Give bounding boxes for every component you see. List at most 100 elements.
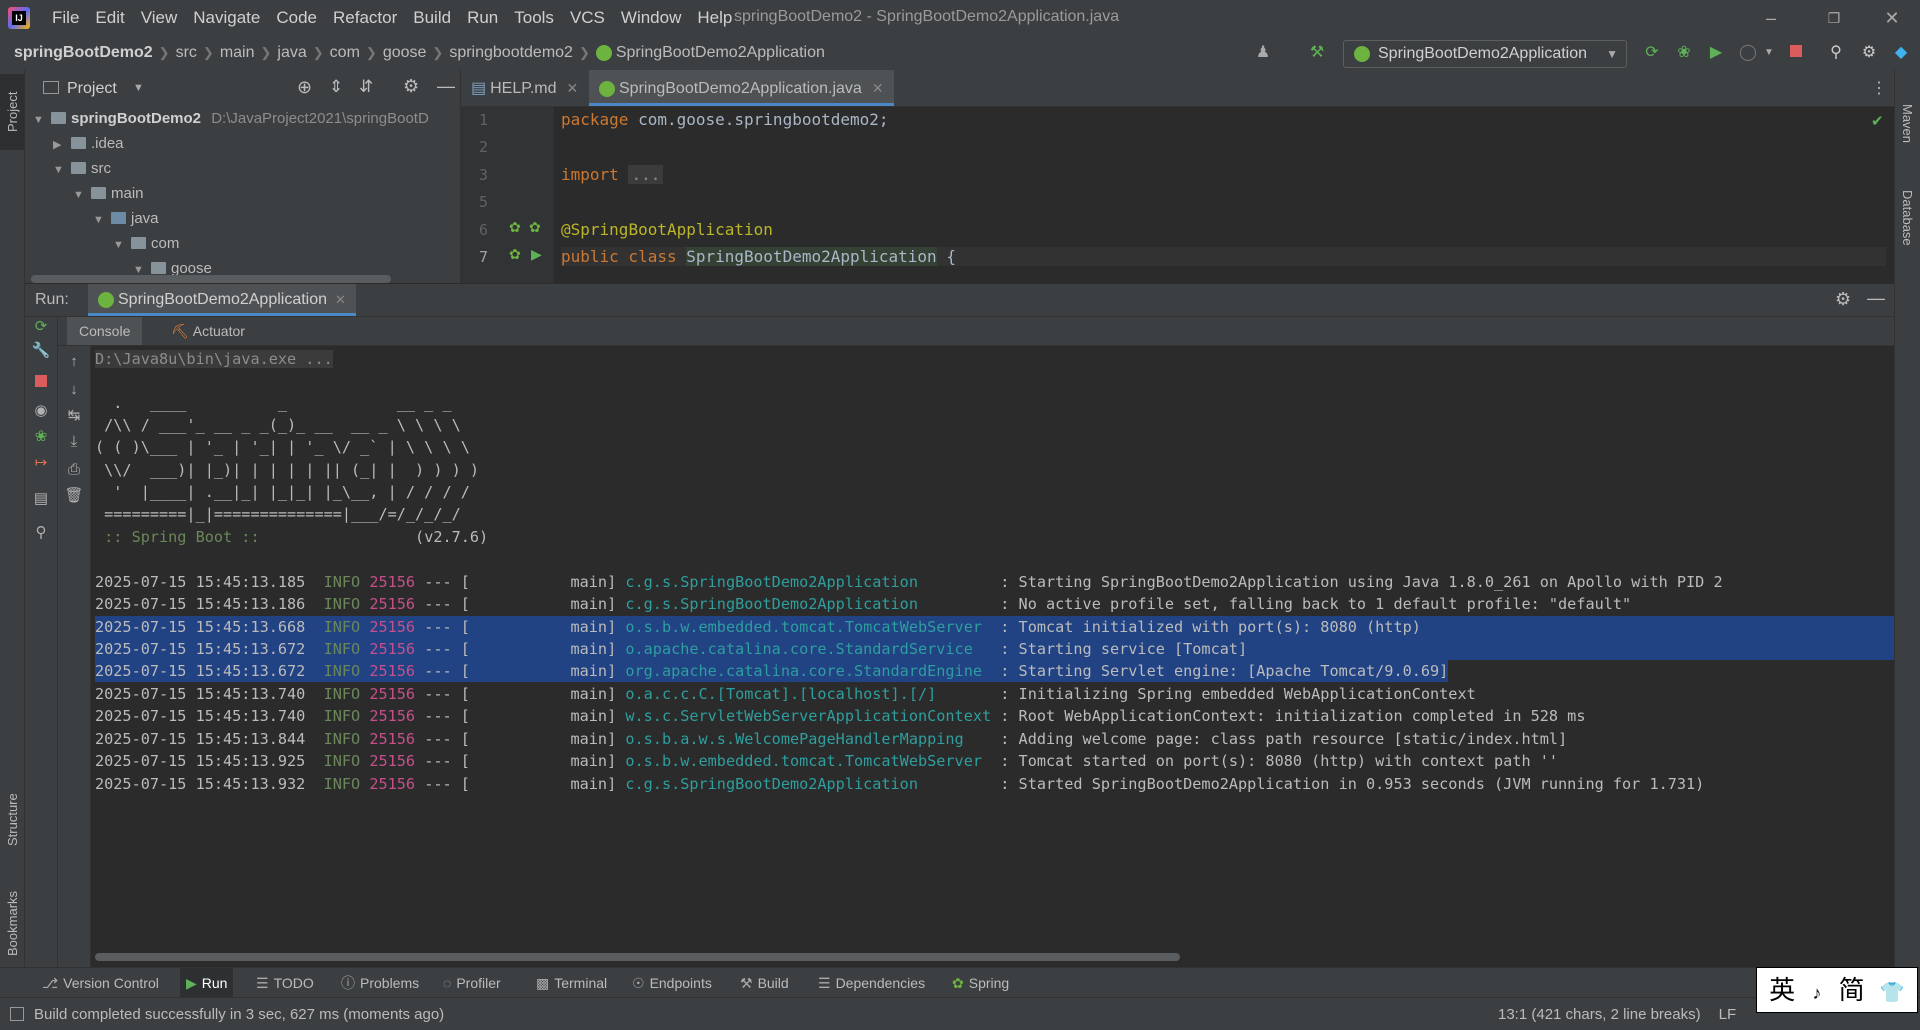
debug-icon[interactable]: ❀ <box>1675 44 1693 62</box>
tree-item-src[interactable]: ▼ src <box>53 156 111 181</box>
menu-view[interactable]: View <box>133 8 186 28</box>
code-line-6[interactable]: @SpringBootApplication <box>561 220 773 239</box>
shirt-icon[interactable]: 👕 <box>1880 982 1905 1004</box>
locate-icon[interactable]: ⊕ <box>297 77 312 98</box>
search-icon[interactable]: ⚲ <box>1827 44 1845 62</box>
close-icon[interactable]: ✕ <box>1880 6 1904 30</box>
breadcrumb-package[interactable]: springbootdemo2 <box>449 44 573 62</box>
tab-springbootdemo2application-java[interactable]: SpringBootDemo2Application.java ✕ <box>589 70 894 106</box>
problems-button[interactable]: ⓘ Problems <box>335 968 425 998</box>
soft-wrap-icon[interactable]: ↹ <box>64 406 84 426</box>
tree-item-idea[interactable]: ▶ .idea <box>53 131 124 156</box>
stop-icon[interactable] <box>1787 44 1805 62</box>
database-tool-button[interactable]: Database <box>1895 170 1920 260</box>
profile-icon[interactable]: ◯ <box>1739 44 1757 62</box>
layout-icon[interactable]: ▤ <box>31 489 51 509</box>
maven-tool-button[interactable]: Maven <box>1895 70 1920 150</box>
spring-button[interactable]: ✿ Spring <box>946 968 1015 998</box>
menu-help[interactable]: Help <box>689 8 740 28</box>
gear-icon[interactable]: ⚙ <box>403 76 419 97</box>
menu-window[interactable]: Window <box>613 8 689 28</box>
terminal-button[interactable]: ▩ Terminal <box>530 968 613 998</box>
trash-icon[interactable]: 🗑 <box>64 486 84 506</box>
stop-icon[interactable] <box>31 373 51 393</box>
breadcrumb-class[interactable]: SpringBootDemo2Application <box>616 44 825 62</box>
tab-actuator[interactable]: ⛏ Actuator <box>159 317 257 345</box>
dependencies-button[interactable]: ☰ Dependencies <box>812 968 931 998</box>
toggle-tool-windows-icon[interactable] <box>10 1007 24 1021</box>
run-with-coverage-icon[interactable]: ▶ <box>1707 44 1725 62</box>
gear-icon[interactable]: ⚙ <box>1860 44 1878 62</box>
status-message[interactable]: Build completed successfully in 3 sec, 6… <box>34 1006 444 1023</box>
close-tab-icon[interactable]: ✕ <box>335 292 346 307</box>
wrench-icon[interactable]: 🔧 <box>31 341 51 361</box>
tree-item-main[interactable]: ▼ main <box>73 181 144 206</box>
profiler-button[interactable]: ◌ Profiler <box>437 968 507 998</box>
user-icon[interactable]: ♟ <box>1254 44 1272 62</box>
collapse-all-icon[interactable]: ⇵ <box>359 77 373 97</box>
tab-help-md[interactable]: ▤ HELP.md ✕ <box>461 70 588 106</box>
breadcrumb-src[interactable]: src <box>176 44 197 62</box>
restore-icon[interactable]: ❐ <box>1822 6 1846 30</box>
ime-punctuation[interactable]: ♪ <box>1812 983 1821 1003</box>
exit-icon[interactable]: ↦ <box>31 453 51 473</box>
console-output[interactable]: D:\Java8u\bin\java.exe ... . ____ _ __ _… <box>91 346 1894 967</box>
bookmarks-tool-button[interactable]: Bookmarks <box>0 860 24 960</box>
structure-tool-button[interactable]: Structure <box>0 750 24 850</box>
code-line-7[interactable]: public class SpringBootDemo2Application … <box>561 247 1886 266</box>
run-button[interactable]: ▶ Run <box>180 968 234 998</box>
minimize-icon[interactable]: – <box>1759 6 1783 30</box>
build-button[interactable]: ⚒ Build <box>734 968 795 998</box>
spring-config-gutter-icon[interactable]: ✿ <box>529 219 541 236</box>
run-gutter-icon[interactable]: ▶ <box>531 246 542 263</box>
ime-indicator[interactable]: 英 ♪ 简 👕 <box>1756 967 1918 1013</box>
pin-icon[interactable]: ⚲ <box>31 523 51 543</box>
project-tool-button[interactable]: Project <box>0 74 24 150</box>
hide-icon[interactable]: — <box>1867 288 1885 309</box>
breadcrumb-main[interactable]: main <box>220 44 255 62</box>
chevron-down-icon[interactable]: ▼ <box>133 82 144 94</box>
menu-run[interactable]: Run <box>459 8 506 28</box>
java-command[interactable]: D:\Java8u\bin\java.exe ... <box>95 350 333 368</box>
caret-position[interactable]: 13:1 (421 chars, 2 line breaks) LF <box>1498 1006 1736 1023</box>
arrow-down-icon[interactable]: ↓ <box>64 380 84 400</box>
close-tab-icon[interactable]: ✕ <box>567 80 579 96</box>
tree-item-project-root[interactable]: ▼ springBootDemo2 D:\JavaProject2021\spri… <box>33 106 429 131</box>
horizontal-scrollbar[interactable] <box>31 275 391 283</box>
menu-edit[interactable]: Edit <box>87 8 132 28</box>
expand-all-icon[interactable]: ⇕ <box>329 77 343 97</box>
version-control-button[interactable]: ⎇ Version Control <box>36 968 165 998</box>
endpoints-button[interactable]: ☉ Endpoints <box>626 968 718 998</box>
todo-button[interactable]: ☰ TODO <box>250 968 320 998</box>
hide-icon[interactable]: — <box>437 76 455 97</box>
spring-bean-gutter-icon[interactable]: ✿ <box>509 246 521 263</box>
project-panel-title[interactable]: Project <box>67 80 117 98</box>
menu-navigate[interactable]: Navigate <box>185 8 268 28</box>
tree-item-java[interactable]: ▼ java <box>93 206 159 231</box>
menu-refactor[interactable]: Refactor <box>325 8 405 28</box>
menu-tools[interactable]: Tools <box>506 8 562 28</box>
menu-vcs[interactable]: VCS <box>562 8 613 28</box>
code-line-3[interactable]: import ... <box>561 165 664 184</box>
jetbrains-toolbox-icon[interactable]: ◆ <box>1892 44 1910 62</box>
tab-console[interactable]: Console <box>67 317 143 345</box>
gear-icon[interactable]: ⚙ <box>1835 289 1851 310</box>
chevron-down-icon[interactable]: ▼ <box>1760 44 1778 62</box>
hammer-build-icon[interactable]: ⚒ <box>1308 44 1326 62</box>
scroll-to-end-icon[interactable]: ⤓ <box>64 432 84 452</box>
no-problems-check-icon[interactable]: ✔ <box>1871 112 1884 130</box>
code-line-1[interactable]: package com.goose.springbootdemo2; <box>561 110 889 129</box>
menu-build[interactable]: Build <box>405 8 459 28</box>
breadcrumb-goose[interactable]: goose <box>383 44 427 62</box>
breadcrumb-project[interactable]: springBootDemo2 <box>14 44 153 62</box>
rerun-icon[interactable]: ⟳ <box>31 317 51 337</box>
close-tab-icon[interactable]: ✕ <box>872 80 884 96</box>
spring-bean-gutter-icon[interactable]: ✿ <box>509 219 521 236</box>
folded-imports[interactable]: ... <box>628 165 664 184</box>
run-configuration-select[interactable]: SpringBootDemo2Application ▼ <box>1343 40 1627 68</box>
menu-code[interactable]: Code <box>268 8 325 28</box>
breadcrumb-com[interactable]: com <box>330 44 360 62</box>
breadcrumb-java[interactable]: java <box>277 44 306 62</box>
rerun-icon[interactable]: ⟳ <box>1643 44 1661 62</box>
debug-icon[interactable]: ❀ <box>31 427 51 447</box>
